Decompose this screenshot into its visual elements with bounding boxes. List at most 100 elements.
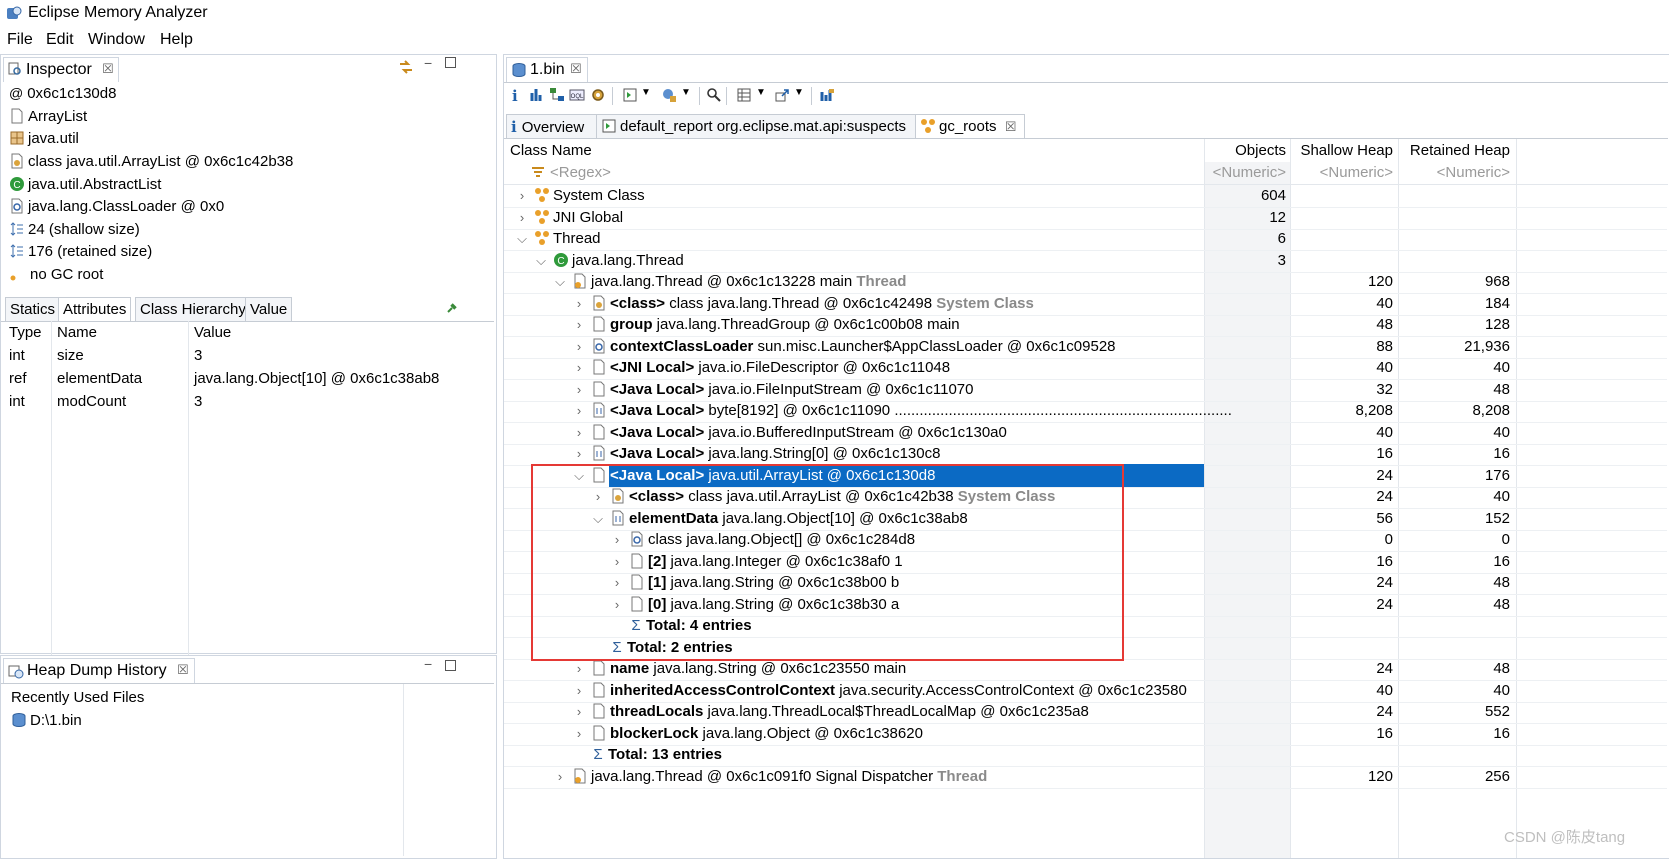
close-icon[interactable]: ☒: [177, 662, 189, 678]
collapse-chevron-icon[interactable]: ⌵: [592, 507, 604, 530]
tree-row[interactable]: › contextClassLoader sun.misc.Launcher$Ap…: [504, 335, 1667, 359]
collapse-chevron-icon[interactable]: ⌵: [535, 249, 547, 272]
link-with-editor-icon[interactable]: [398, 59, 414, 75]
tree-row[interactable]: › java.lang.Thread @ 0x6c1c091f0 Signal D…: [504, 765, 1667, 789]
shallow-filter-input[interactable]: <Numeric>: [1290, 162, 1393, 184]
column-header-objects[interactable]: Objects: [1204, 139, 1286, 162]
objects-filter-input[interactable]: <Numeric>: [1204, 162, 1286, 184]
column-header-value[interactable]: Value: [188, 321, 491, 344]
inspector-tab[interactable]: Inspector ☒: [3, 57, 119, 82]
search-icon[interactable]: [706, 87, 722, 103]
expand-chevron-icon[interactable]: ›: [611, 550, 623, 573]
settings-gear-icon[interactable]: [590, 87, 606, 103]
expand-chevron-icon[interactable]: ›: [554, 765, 566, 788]
regex-filter-input[interactable]: <Regex>: [550, 162, 611, 184]
menu-file[interactable]: File: [7, 31, 33, 49]
menu-window[interactable]: Window: [88, 31, 145, 49]
query-browser-icon[interactable]: [661, 87, 677, 103]
chevron-down-icon[interactable]: ▼: [756, 87, 766, 98]
oql-icon[interactable]: OQL: [569, 87, 585, 103]
tree-row[interactable]: › [1] java.lang.String @ 0x6c1c38b00 b 24…: [504, 571, 1667, 595]
tab-attributes[interactable]: Attributes: [58, 297, 132, 322]
tree-row[interactable]: › inheritedAccessControlContext java.secu…: [504, 679, 1667, 703]
column-header-name[interactable]: Name: [51, 321, 188, 344]
tree-row[interactable]: › System Class 604: [504, 184, 1667, 208]
tree-row[interactable]: › [0] java.lang.String @ 0x6c1c38b30 a 24…: [504, 593, 1667, 617]
table-row[interactable]: int modCount 3: [3, 390, 491, 413]
expand-chevron-icon[interactable]: ›: [573, 700, 585, 723]
tab-gc-roots[interactable]: gc_roots ☒: [915, 114, 1025, 139]
tree-row[interactable]: › JNI Global 12: [504, 206, 1667, 230]
histogram-icon[interactable]: [529, 87, 545, 103]
tree-row[interactable]: › blockerLock java.lang.Object @ 0x6c1c38…: [504, 722, 1667, 746]
tree-row[interactable]: › <Java Local> java.io.BufferedInputStrea…: [504, 421, 1667, 445]
expand-chevron-icon[interactable]: ›: [611, 571, 623, 594]
tree-row[interactable]: › [2] java.lang.Integer @ 0x6c1c38af0 1 1…: [504, 550, 1667, 574]
list-item[interactable]: D:\1.bin: [11, 712, 82, 729]
tab-value[interactable]: Value: [245, 297, 293, 322]
minimize-icon[interactable]: −: [424, 55, 432, 71]
expand-chevron-icon[interactable]: ›: [573, 335, 585, 358]
expand-chevron-icon[interactable]: ›: [573, 378, 585, 401]
expand-chevron-icon[interactable]: ›: [516, 206, 528, 229]
tree-row[interactable]: ⌵ Cjava.lang.Thread 3: [504, 249, 1667, 273]
tree-row[interactable]: › <class> class java.util.ArrayList @ 0x6…: [504, 485, 1667, 509]
expand-chevron-icon[interactable]: ›: [573, 421, 585, 444]
collapse-chevron-icon[interactable]: ⌵: [516, 227, 528, 250]
column-header-type[interactable]: Type: [3, 321, 51, 344]
close-icon[interactable]: ☒: [102, 61, 114, 77]
tree-row[interactable]: › name java.lang.String @ 0x6c1c23550 mai…: [504, 657, 1667, 681]
expand-chevron-icon[interactable]: ›: [611, 528, 623, 551]
expand-chevron-icon[interactable]: ›: [573, 313, 585, 336]
chevron-down-icon[interactable]: ▼: [794, 87, 804, 98]
retained-filter-input[interactable]: <Numeric>: [1398, 162, 1510, 184]
expand-chevron-icon[interactable]: ›: [592, 485, 604, 508]
column-header-retained-heap[interactable]: Retained Heap: [1398, 139, 1510, 162]
expand-chevron-icon[interactable]: ›: [573, 722, 585, 745]
expand-chevron-icon[interactable]: ›: [573, 356, 585, 379]
tab-class-hierarchy[interactable]: Class Hierarchy: [135, 297, 251, 322]
tree-row[interactable]: › <Java Local> java.lang.String[0] @ 0x6c…: [504, 442, 1667, 466]
calculate-retained-icon[interactable]: [819, 87, 835, 103]
export-icon[interactable]: [774, 87, 790, 103]
collapse-chevron-icon[interactable]: ⌵: [554, 270, 566, 293]
table-row[interactable]: ref elementData java.lang.Object[10] @ 0…: [3, 367, 491, 390]
expand-chevron-icon[interactable]: ›: [611, 593, 623, 616]
maximize-icon[interactable]: [445, 57, 456, 68]
close-icon[interactable]: ☒: [1005, 119, 1017, 134]
tree-row[interactable]: Σ Total: 13 entries: [504, 743, 1667, 767]
expand-chevron-icon[interactable]: ›: [573, 657, 585, 680]
tab-default-report[interactable]: default_report org.eclipse.mat.api:suspe…: [596, 114, 916, 139]
column-header-shallow-heap[interactable]: Shallow Heap: [1290, 139, 1393, 162]
tree-row[interactable]: ⌵ <Java Local> java.util.ArrayList @ 0x6c…: [504, 463, 1667, 488]
tree-row[interactable]: ⌵ Thread 6: [504, 227, 1667, 251]
menu-edit[interactable]: Edit: [46, 31, 74, 49]
table-row[interactable]: int size 3: [3, 344, 491, 367]
tree-row[interactable]: › group java.lang.ThreadGroup @ 0x6c1c00b…: [504, 313, 1667, 337]
chevron-down-icon[interactable]: ▼: [641, 87, 651, 98]
heap-dump-history-tab[interactable]: Heap Dump History ☒: [3, 658, 195, 683]
tree-row[interactable]: › <JNI Local> java.io.FileDescriptor @ 0x…: [504, 356, 1667, 380]
close-icon[interactable]: ☒: [570, 61, 582, 77]
tree-row[interactable]: Σ Total: 2 entries: [504, 636, 1667, 660]
expand-chevron-icon[interactable]: ›: [573, 679, 585, 702]
tree-row[interactable]: › <Java Local> java.io.FileInputStream @ …: [504, 378, 1667, 402]
tab-overview[interactable]: i Overview: [506, 114, 598, 139]
tree-row[interactable]: › <class> class java.lang.Thread @ 0x6c1c…: [504, 292, 1667, 316]
collapse-chevron-icon[interactable]: ⌵: [573, 464, 585, 487]
tab-statics[interactable]: Statics: [5, 297, 61, 322]
chevron-down-icon[interactable]: ▼: [681, 87, 691, 98]
tree-row[interactable]: Σ Total: 4 entries: [504, 614, 1667, 638]
maximize-icon[interactable]: [445, 660, 456, 671]
menu-help[interactable]: Help: [160, 31, 193, 49]
run-report-icon[interactable]: [622, 87, 638, 103]
dominator-tree-icon[interactable]: [549, 87, 565, 103]
expand-chevron-icon[interactable]: ›: [573, 292, 585, 315]
editor-tab-1bin[interactable]: 1.bin ☒: [506, 57, 588, 82]
expand-chevron-icon[interactable]: ›: [573, 399, 585, 422]
tree-row[interactable]: ⌵ java.lang.Thread @ 0x6c1c13228 main Thr…: [504, 270, 1667, 294]
pin-icon[interactable]: [446, 302, 458, 314]
expand-chevron-icon[interactable]: ›: [516, 184, 528, 207]
tree-row[interactable]: ⌵ elementData java.lang.Object[10] @ 0x6c…: [504, 507, 1667, 531]
expand-chevron-icon[interactable]: ›: [573, 442, 585, 465]
